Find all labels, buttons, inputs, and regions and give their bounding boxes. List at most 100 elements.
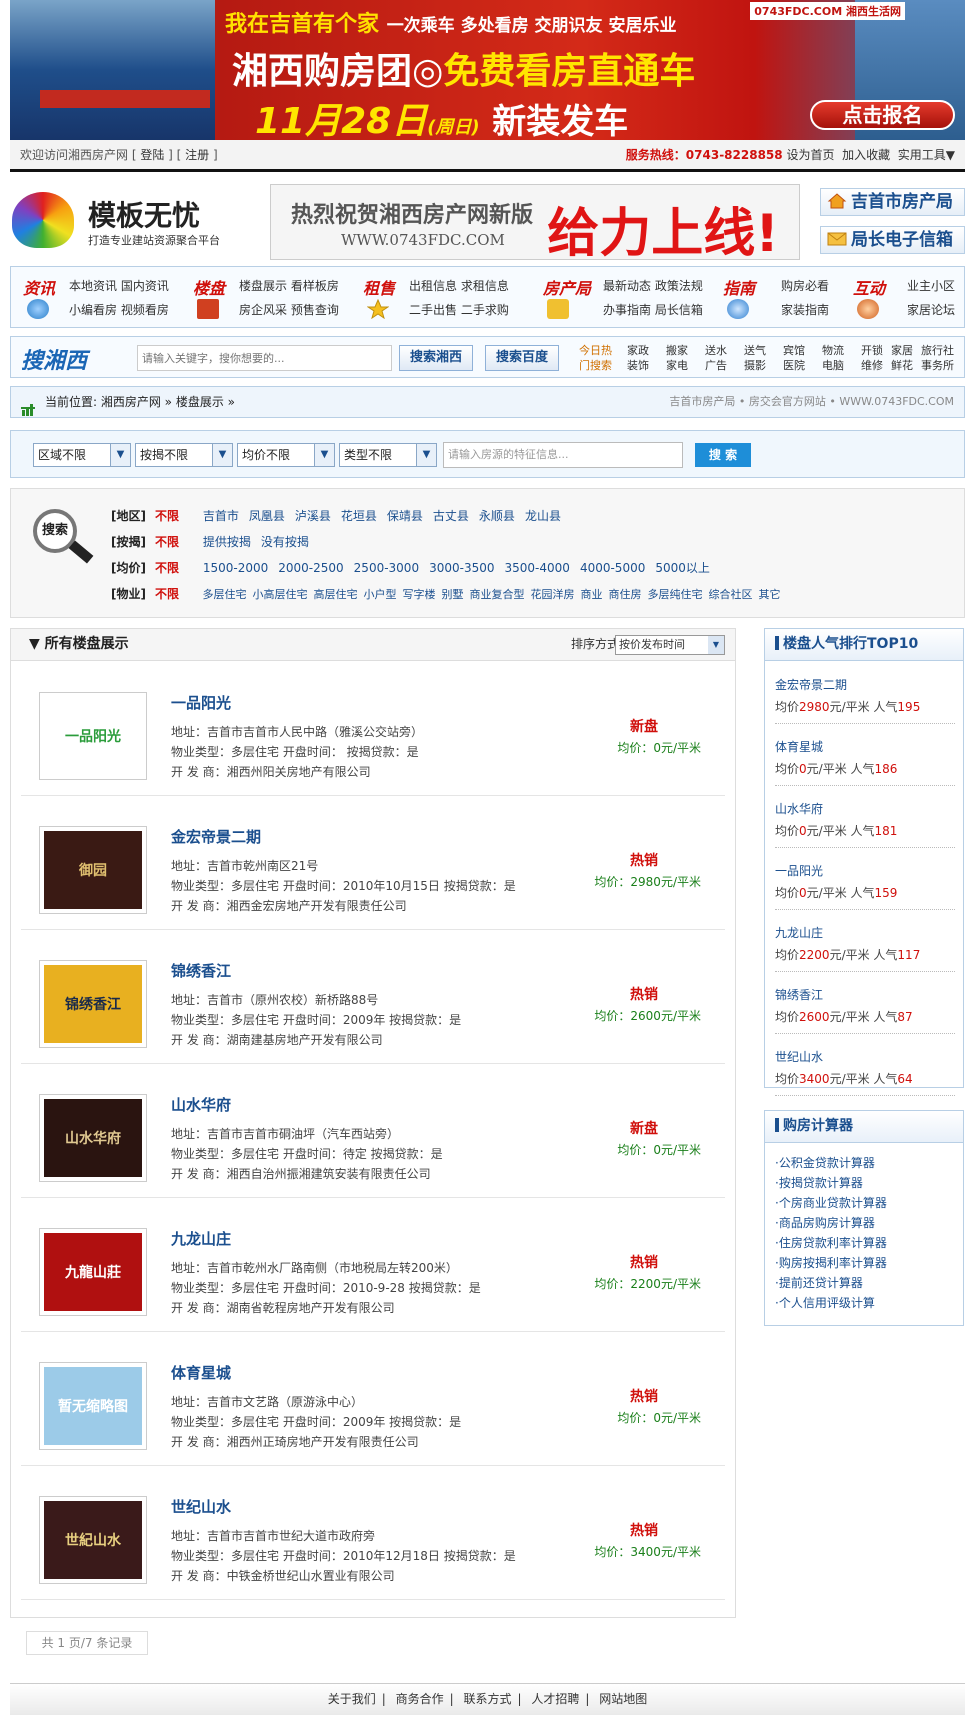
nav-links-interact-1[interactable]: 业主小区 [907, 277, 955, 294]
footer-link-jobs[interactable]: 人才招聘 [531, 1692, 579, 1706]
hot-link-col[interactable]: 送水 广告 [705, 343, 727, 373]
top-banner-ad[interactable]: 我在吉首有个家 一次乘车 多处看房 交朋识友 安居乐业 0743FDC.COM … [10, 0, 965, 140]
ranking-stats: 均价0元/平米 人气181 [775, 824, 898, 838]
nav-links-interact-2[interactable]: 家居论坛 [907, 301, 955, 318]
condition-row-price: [均价] 不限 1500-2000 2000-2500 2500-3000 3000-3… [111, 561, 710, 575]
bar-chart-icon [21, 397, 35, 416]
listing-thumbnail[interactable]: 九龍山莊 [39, 1228, 147, 1316]
calc-link[interactable]: ·按揭贷款计算器 [775, 1173, 953, 1193]
nav-title-bureau[interactable]: 房产局 [543, 275, 591, 299]
hot-link-col[interactable]: 宾馆 医院 [783, 343, 805, 373]
ranking-name[interactable]: 锦绣香江 [775, 986, 823, 1003]
sort-select[interactable]: 按价发布时间 ▼ [615, 635, 725, 655]
nav-title-properties[interactable]: 楼盘 [193, 275, 225, 299]
nav-title-news[interactable]: 资讯 [23, 275, 55, 299]
nav-links-bureau-2[interactable]: 办事指南 局长信箱 [603, 301, 703, 318]
breadcrumb-text[interactable]: 当前位置: 湘西房产网 » 楼盘展示 » [45, 387, 235, 417]
chevron-down-icon: ▼ [416, 444, 436, 466]
director-mailbox-button[interactable]: 局长电子信箱 [820, 226, 965, 254]
listing-price: 均价：2600元/平米 [594, 1009, 701, 1023]
listing-name[interactable]: 锦绣香江 [171, 960, 231, 981]
ranking-name[interactable]: 世纪山水 [775, 1048, 823, 1065]
tools-menu[interactable]: 实用工具▼ [898, 148, 955, 162]
calc-link[interactable]: ·商品房购房计算器 [775, 1213, 953, 1233]
filter-search-button[interactable]: 搜 索 [695, 443, 751, 467]
ranking-stats: 均价2980元/平米 人气195 [775, 700, 921, 714]
ranking-name[interactable]: 体育星城 [775, 738, 823, 755]
nav-links-rent-1[interactable]: 出租信息 求租信息 [409, 277, 509, 294]
hot-link-col[interactable]: 家居 鲜花 [891, 343, 913, 373]
calc-link[interactable]: ·提前还贷计算器 [775, 1273, 953, 1293]
search-input[interactable] [137, 345, 392, 371]
nav-title-rent[interactable]: 租售 [363, 275, 395, 299]
hot-link-col[interactable]: 开锁 维修 [861, 343, 883, 373]
ranking-stats: 均价0元/平米 人气159 [775, 886, 898, 900]
listing-thumbnail[interactable]: 山水华府 [39, 1094, 147, 1182]
site-logo[interactable]: 模板无忧 打造专业建站资源聚合平台 [10, 188, 240, 248]
top-right-links: 服务热线：0743-8228858 设为首页 加入收藏 实用工具▼ [626, 140, 955, 170]
listing-thumbnail[interactable]: 暂无缩略图 [39, 1362, 147, 1450]
listing-thumbnail[interactable]: 御园 [39, 826, 147, 914]
set-homepage-link[interactable]: 设为首页 [786, 148, 834, 162]
add-favorite-link[interactable]: 加入收藏 [842, 148, 890, 162]
listing-name[interactable]: 一品阳光 [171, 692, 231, 713]
ranking-stats: 均价2600元/平米 人气87 [775, 1010, 913, 1024]
hot-link-col[interactable]: 旅行社 事务所 [921, 343, 954, 373]
listing-name[interactable]: 世纪山水 [171, 1496, 231, 1517]
hot-link-col[interactable]: 送气 摄影 [744, 343, 766, 373]
footer-link-contact[interactable]: 联系方式 [463, 1692, 511, 1706]
nav-links-rent-2[interactable]: 二手出售 二手求购 [409, 301, 509, 318]
listing-thumbnail[interactable]: 锦绣香江 [39, 960, 147, 1048]
listing-name[interactable]: 九龙山庄 [171, 1228, 231, 1249]
type-select[interactable]: 类型不限 ▼ [339, 443, 437, 467]
listing-name[interactable]: 体育星城 [171, 1362, 231, 1383]
price-select[interactable]: 均价不限 ▼ [237, 443, 335, 467]
signup-button[interactable]: 点击报名 [810, 100, 955, 130]
nav-links-guide-2[interactable]: 家装指南 [781, 301, 829, 318]
feature-input[interactable]: 请输入房源的特征信息... [443, 442, 683, 468]
nav-links-news-1[interactable]: 本地资讯 国内资讯 [69, 277, 169, 294]
header-ad[interactable]: 热烈祝贺湘西房产网新版 WWW.0743FDC.COM 给力上线! [270, 184, 800, 264]
footer-link-about[interactable]: 关于我们 [328, 1692, 376, 1706]
search-xiangxi-button[interactable]: 搜索湘西 [399, 345, 473, 371]
ranking-name[interactable]: 九龙山庄 [775, 924, 823, 941]
listing-price: 均价：2980元/平米 [594, 875, 701, 889]
ranking-name[interactable]: 一品阳光 [775, 862, 823, 879]
nav-title-interact[interactable]: 互动 [853, 275, 885, 299]
mortgage-select[interactable]: 按揭不限 ▼ [135, 443, 233, 467]
nav-links-news-2[interactable]: 小编看房 视频看房 [69, 301, 169, 318]
calc-link[interactable]: ·公积金贷款计算器 [775, 1153, 953, 1173]
hot-link-col[interactable]: 物流 电脑 [822, 343, 844, 373]
nav-title-guide[interactable]: 指南 [723, 275, 755, 299]
listing-name[interactable]: 金宏帝景二期 [171, 826, 261, 847]
login-link[interactable]: 登陆 [140, 148, 164, 162]
search-baidu-button[interactable]: 搜索百度 [485, 345, 559, 371]
calc-link[interactable]: ·个房商业贷款计算器 [775, 1193, 953, 1213]
region-select[interactable]: 区域不限 ▼ [33, 443, 131, 467]
hot-link-col[interactable]: 家政 装饰 [627, 343, 649, 373]
ranking-item: 金宏帝景二期均价2980元/平米 人气195 [775, 662, 955, 724]
header-ad-headline: 给力上线! [547, 204, 779, 264]
calc-link[interactable]: ·住房贷款利率计算器 [775, 1233, 953, 1253]
listing-name[interactable]: 山水华府 [171, 1094, 231, 1115]
calc-link[interactable]: ·个人信用评级计算 [775, 1293, 953, 1313]
listing-type: 物业类型：多层住宅 开盘时间：2009年 按揭贷款：是 [171, 1415, 462, 1429]
ranking-name[interactable]: 山水华府 [775, 800, 823, 817]
listing-status: 热销 [630, 1389, 658, 1405]
calc-link[interactable]: ·购房按揭利率计算器 [775, 1253, 953, 1273]
nav-links-bureau-1[interactable]: 最新动态 政策法规 [603, 277, 703, 294]
hot-link-col[interactable]: 搬家 家电 [666, 343, 688, 373]
ranking-stats: 均价3400元/平米 人气64 [775, 1072, 913, 1086]
nav-links-guide-1[interactable]: 购房必看 [781, 277, 829, 294]
nav-links-properties-2[interactable]: 房企风采 预售查询 [239, 301, 339, 318]
chevron-down-icon: ▼ [708, 636, 724, 654]
ranking-name[interactable]: 金宏帝景二期 [775, 676, 847, 693]
nav-links-properties-1[interactable]: 楼盘展示 看样板房 [239, 277, 339, 294]
footer-link-sitemap[interactable]: 网站地图 [599, 1692, 647, 1706]
listing-thumbnail[interactable]: 世紀山水 [39, 1496, 147, 1584]
footer-link-business[interactable]: 商务合作 [396, 1692, 444, 1706]
listing-thumbnail[interactable]: 一品阳光 [39, 692, 147, 780]
housing-bureau-button[interactable]: 吉首市房产局 [820, 188, 965, 216]
register-link[interactable]: 注册 [185, 148, 209, 162]
chevron-down-icon: ▼ [110, 444, 130, 466]
